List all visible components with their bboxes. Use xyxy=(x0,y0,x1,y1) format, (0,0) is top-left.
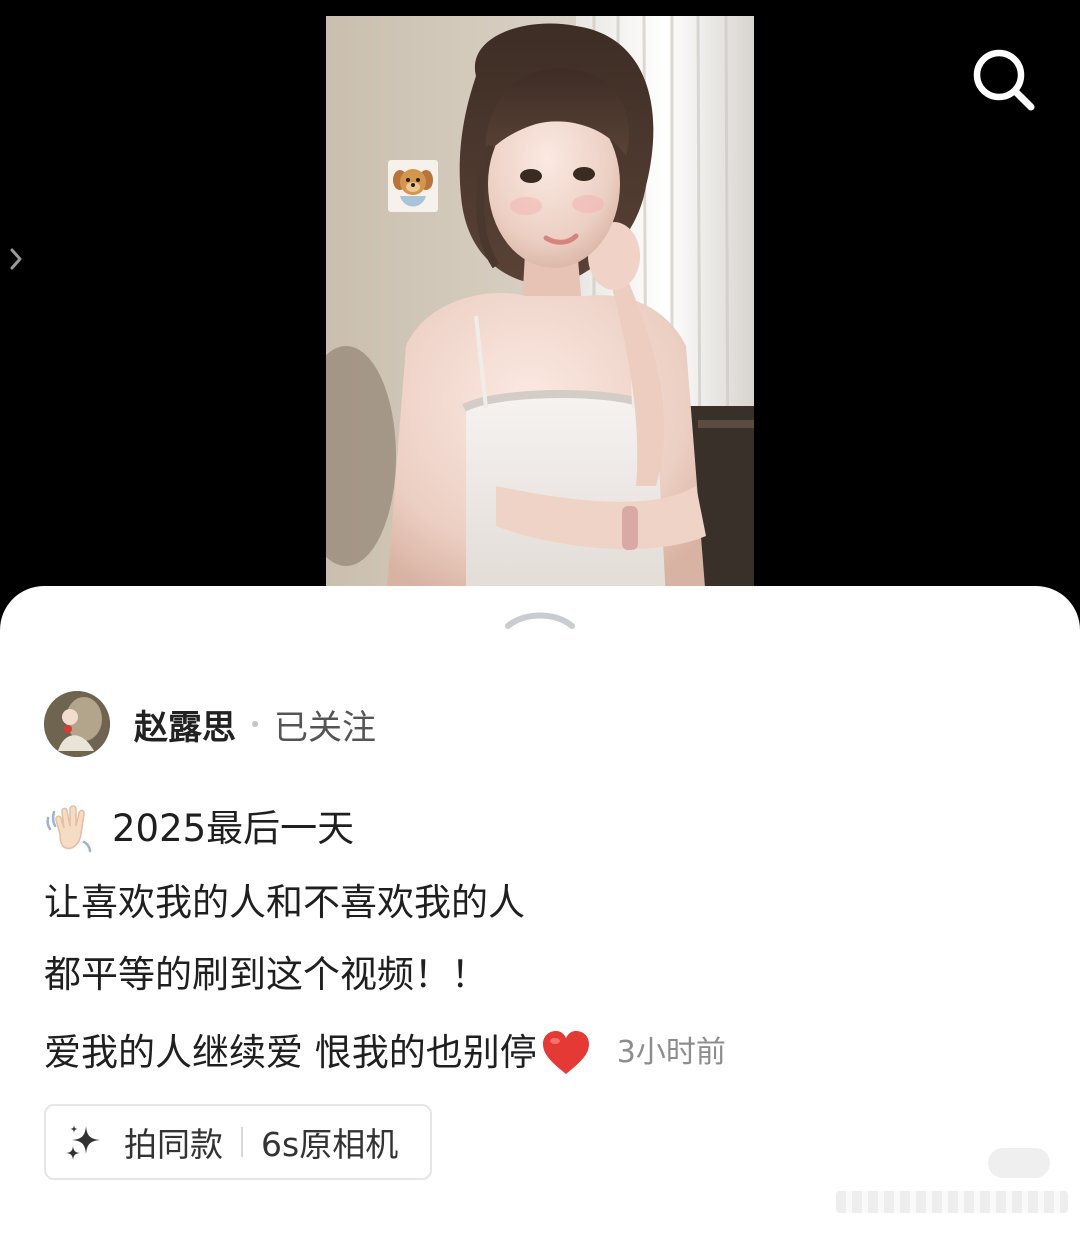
caption-line-1: 2025最后一天 xyxy=(44,804,354,854)
follow-status-label[interactable]: 已关注 xyxy=(274,700,376,749)
separator-dot xyxy=(252,721,258,727)
caption-text-4: 爱我的人继续爱 恨我的也别停 xyxy=(44,1031,537,1074)
author-row: 赵露思 已关注 xyxy=(44,690,376,758)
chevron-right-icon xyxy=(10,248,22,270)
shoot-same-template-button[interactable]: 拍同款 6s原相机 xyxy=(44,1104,432,1180)
search-icon xyxy=(973,49,1035,111)
caption-line-2: 让喜欢我的人和不喜欢我的人 xyxy=(44,881,525,924)
chevron-up-icon xyxy=(505,612,575,629)
caption-text-1: 2025最后一天 xyxy=(112,807,355,850)
video-frame[interactable] xyxy=(326,16,754,600)
template-name-label: 6s原相机 xyxy=(261,1125,399,1164)
author-name[interactable]: 赵露思 xyxy=(134,700,236,749)
avatar-image xyxy=(44,691,110,757)
red-heart-icon xyxy=(542,1031,589,1074)
sparkle-icon xyxy=(66,1125,100,1160)
search-button[interactable] xyxy=(968,44,1040,116)
caption-line-4: 爱我的人继续爱 恨我的也别停 3小时前 xyxy=(44,1028,726,1078)
sheet-drag-handle[interactable] xyxy=(504,606,576,630)
post-detail-sheet: 赵露思 已关注 2025最后一天 让喜欢我的人和不喜欢我的人 都平等的刷到这个视… xyxy=(0,586,1080,1240)
home-indicator xyxy=(836,1191,1068,1213)
template-action-label: 拍同款 xyxy=(124,1125,223,1164)
chip-divider xyxy=(241,1127,243,1157)
expand-side-panel-button[interactable] xyxy=(4,244,28,274)
video-still-image xyxy=(326,16,754,600)
author-avatar[interactable] xyxy=(44,691,110,757)
video-player[interactable] xyxy=(0,0,1080,600)
watermark-badge xyxy=(988,1148,1050,1178)
post-timestamp: 3小时前 xyxy=(616,1035,726,1070)
caption-line-3: 都平等的刷到这个视频！！ xyxy=(44,953,488,996)
waving-hand-icon xyxy=(46,805,92,853)
teddy-bear-sticker xyxy=(388,160,438,212)
